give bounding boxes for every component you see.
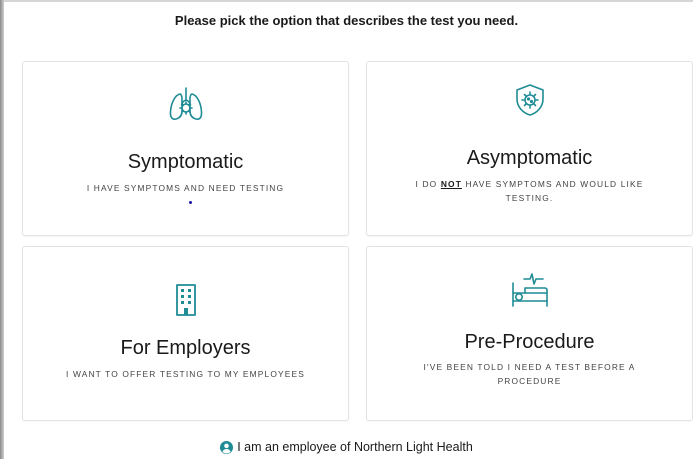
option-subtitle-part: TESTING. bbox=[505, 193, 554, 203]
option-card-employers[interactable]: For Employers I WANT TO OFFER TESTING TO… bbox=[22, 246, 349, 421]
option-subtitle: I HAVE SYMPTOMS AND NEED TESTING bbox=[86, 183, 285, 193]
option-card-symptomatic[interactable]: Symptomatic I HAVE SYMPTOMS AND NEED TES… bbox=[22, 61, 349, 236]
option-subtitle-part: PROCEDURE bbox=[497, 376, 562, 386]
option-card-preprocedure[interactable]: Pre-Procedure I'VE BEEN TOLD I NEED A TE… bbox=[366, 246, 693, 421]
option-subtitle: I WANT TO OFFER TESTING TO MY EMPLOYEES bbox=[66, 369, 305, 379]
option-subtitle-part: I'VE BEEN TOLD I NEED A TEST BEFORE A bbox=[423, 362, 636, 372]
employee-link[interactable]: I am an employee of Northern Light Healt… bbox=[0, 440, 693, 457]
option-title: Symptomatic bbox=[127, 151, 244, 173]
option-title: Pre-Procedure bbox=[464, 331, 595, 353]
building-icon bbox=[174, 283, 198, 322]
page: Please pick the option that describes th… bbox=[0, 0, 693, 459]
option-subtitle: I'VE BEEN TOLD I NEED A TEST BEFORE A PR… bbox=[385, 360, 675, 388]
window-left-border bbox=[0, 0, 4, 459]
lungs-icon bbox=[166, 85, 206, 130]
page-prompt: Please pick the option that describes th… bbox=[174, 13, 519, 28]
option-subtitle-emphasis: NOT bbox=[440, 179, 462, 189]
option-title: Asymptomatic bbox=[466, 147, 593, 169]
hospital-bed-icon bbox=[510, 271, 550, 312]
user-circle-icon bbox=[220, 440, 234, 454]
cursor-dot bbox=[189, 201, 192, 204]
option-subtitle-part: I DO bbox=[415, 179, 441, 189]
employee-link-text: I am an employee of Northern Light Healt… bbox=[237, 440, 473, 454]
option-subtitle: I DO NOT HAVE SYMPTOMS AND WOULD LIKE TE… bbox=[385, 177, 675, 205]
option-card-asymptomatic[interactable]: Asymptomatic I DO NOT HAVE SYMPTOMS AND … bbox=[366, 61, 693, 236]
option-title: For Employers bbox=[120, 337, 251, 359]
option-subtitle-part: HAVE SYMPTOMS AND WOULD LIKE bbox=[461, 179, 644, 189]
window-top-border bbox=[0, 0, 693, 2]
virus-shield-icon bbox=[514, 83, 546, 122]
